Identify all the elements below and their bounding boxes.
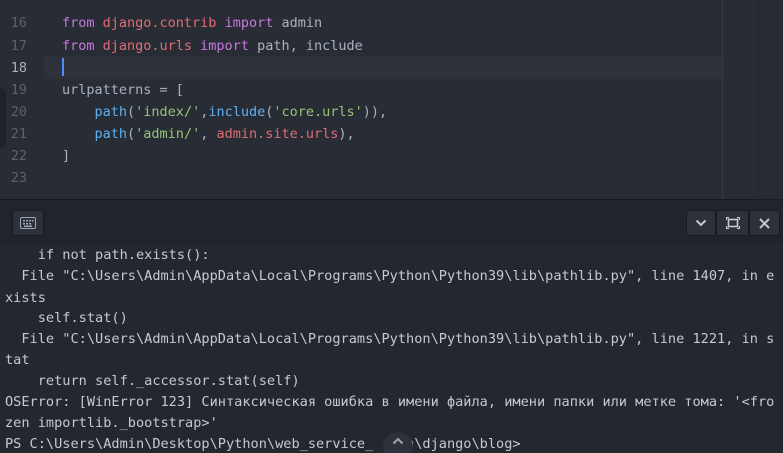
panel-resize-handle[interactable] (0, 88, 6, 148)
maximize-icon (725, 217, 740, 229)
collapse-terminal-button[interactable] (686, 210, 716, 236)
code-line[interactable]: from django.contrib import admin (62, 12, 322, 34)
code-token: )), (362, 104, 388, 120)
terminal-line: OSError: [WinError 123] Синтаксическая о… (5, 394, 775, 410)
close-icon (759, 217, 770, 229)
line-number: 17 (10, 38, 27, 54)
code-token: import (216, 15, 282, 31)
keyboard-icon (20, 217, 36, 229)
terminal-line: if not path.exists(): (5, 247, 210, 263)
close-terminal-button[interactable] (749, 210, 780, 236)
code-token: admin (281, 15, 323, 31)
code-token: ), (338, 126, 355, 142)
chevron-down-icon (695, 219, 707, 227)
code-token: ( (127, 126, 136, 142)
code-token: 'core.urls' (273, 104, 363, 120)
code-line[interactable]: path('admin/', admin.site.urls), (62, 123, 355, 145)
code-token: path (94, 126, 128, 142)
code-token: ( (127, 104, 136, 120)
line-number-gutter: 16 17 18 19 20 21 22 23 (0, 0, 44, 199)
code-line[interactable]: from django.urls import path, include (62, 35, 363, 57)
terminal-toolbar (0, 200, 783, 244)
code-token: django.urls (102, 38, 193, 54)
terminal-prompt[interactable]: PS C:\Users\Admin\Desktop\Python\web_ser… (5, 433, 521, 453)
terminal-line: tat (5, 352, 30, 368)
code-token: include (208, 104, 266, 120)
code-editor[interactable]: 16 17 18 19 20 21 22 23 from django.cont… (0, 0, 783, 199)
line-number: 16 (10, 15, 27, 31)
code-token: urlpatterns = [ (62, 82, 184, 98)
line-number: 22 (10, 148, 27, 164)
terminal-line: File "C:\Users\Admin\AppData\Local\Progr… (5, 268, 775, 284)
code-token: path (94, 104, 128, 120)
editor-scrollbar-track[interactable] (755, 0, 783, 199)
current-line-highlight (44, 56, 724, 79)
code-token: admin.site.urls (216, 126, 339, 142)
terminal-line: xists (5, 290, 46, 306)
code-token: path, include (257, 38, 363, 54)
wrap-guide (722, 0, 723, 199)
code-token: from (62, 38, 103, 54)
code-token: from (62, 15, 103, 31)
code-line[interactable]: path('index/',include('core.urls')), (62, 101, 388, 123)
terminal-line: zen importlib._bootstrap>' (5, 415, 218, 431)
maximize-terminal-button[interactable] (716, 210, 749, 236)
code-line[interactable]: ] (62, 145, 70, 167)
terminal-output[interactable]: if not path.exists(): File "C:\Users\Adm… (0, 244, 783, 453)
text-cursor (62, 58, 64, 76)
terminal-line: self.stat() (5, 310, 128, 326)
chevron-up-icon (392, 437, 404, 445)
line-number: 23 (10, 170, 27, 186)
terminal-line: File "C:\Users\Admin\AppData\Local\Progr… (5, 331, 775, 347)
code-token: import (192, 38, 258, 54)
code-token: django.contrib (102, 15, 217, 31)
code-token: 'admin/' (135, 126, 201, 142)
code-line[interactable]: urlpatterns = [ (62, 79, 184, 101)
code-token: 'index/' (135, 104, 201, 120)
keyboard-button[interactable] (12, 210, 44, 236)
terminal-line: return self._accessor.stat(self) (5, 373, 300, 389)
code-token: ] (62, 148, 71, 164)
code-token: , (200, 126, 217, 142)
line-number: 18 (10, 60, 27, 76)
